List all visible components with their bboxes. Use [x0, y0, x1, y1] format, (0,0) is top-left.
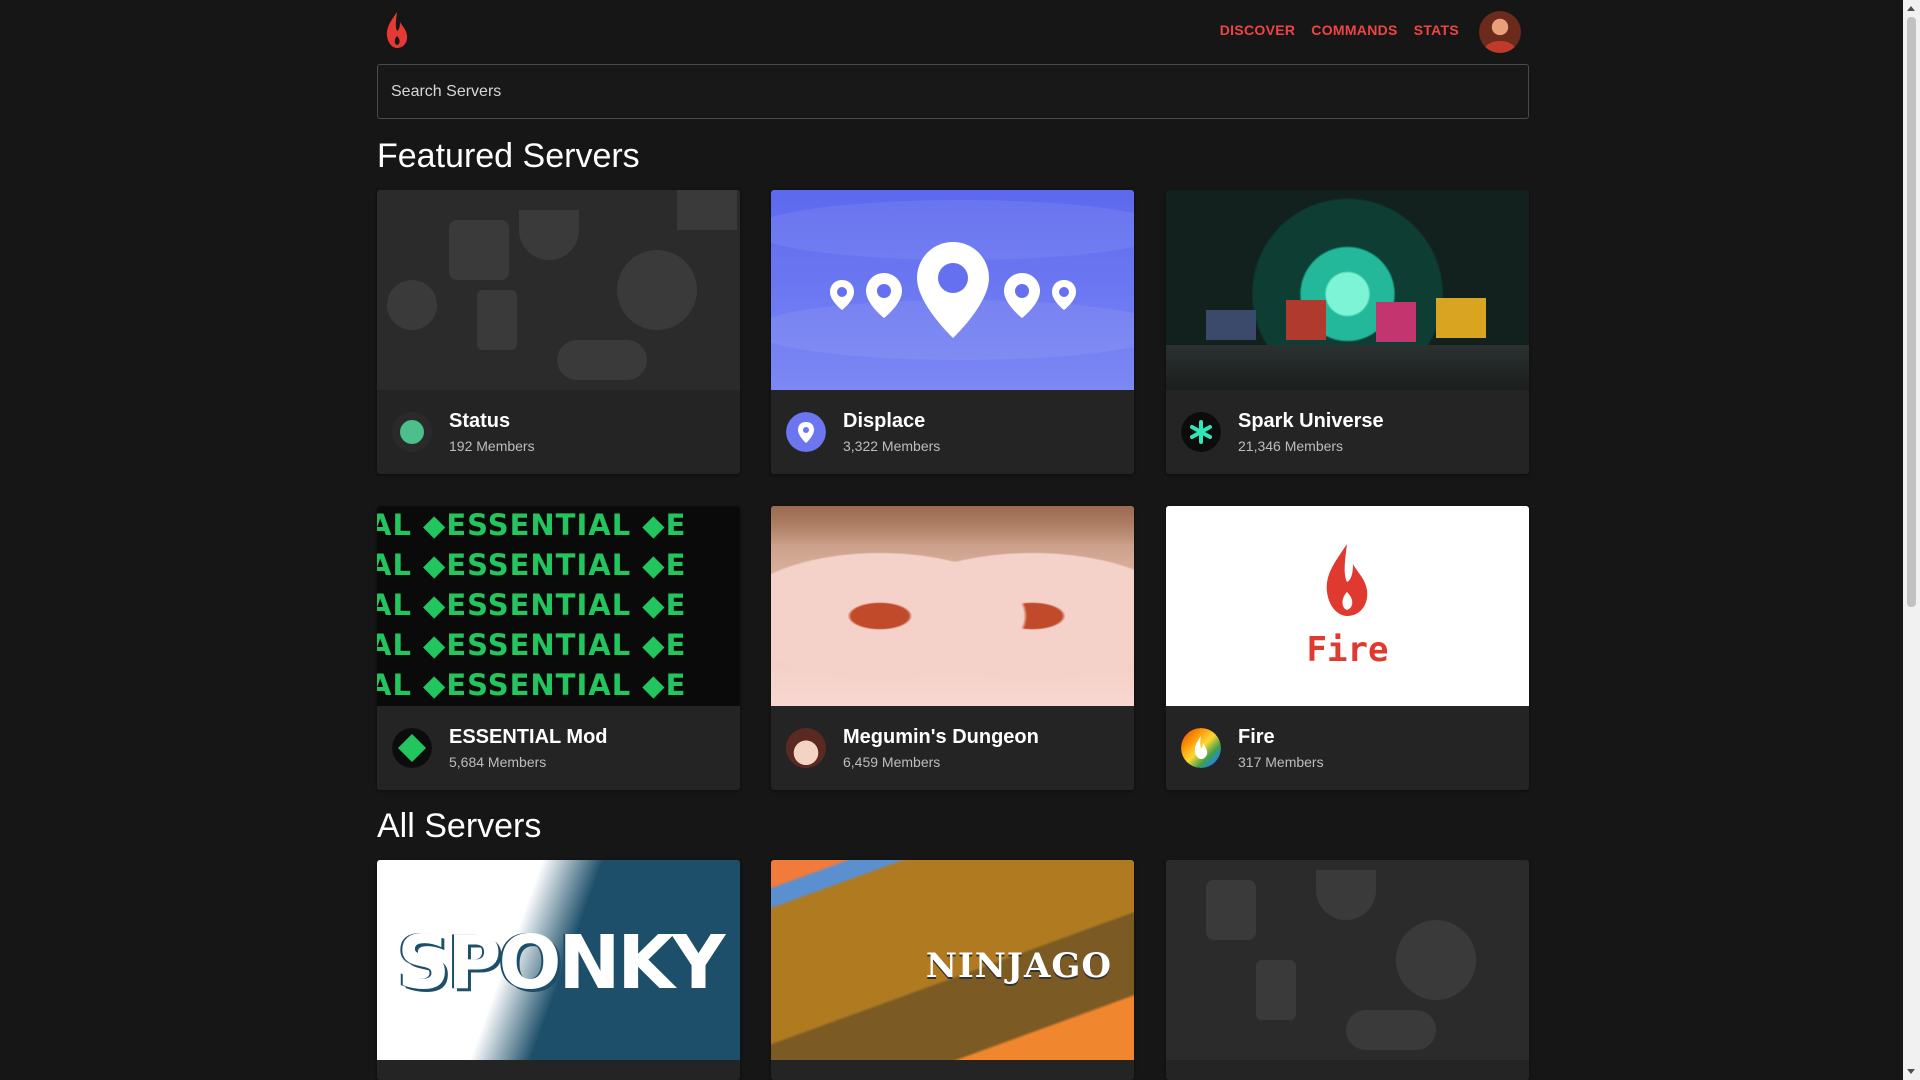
nav-links: DISCOVER COMMANDS STATS — [1220, 22, 1459, 38]
server-banner — [377, 190, 740, 390]
status-server-icon — [392, 412, 432, 452]
server-banner — [771, 506, 1134, 706]
server-info: Megumin's Dungeon 6,459 Members — [771, 706, 1134, 790]
user-avatar[interactable] — [1479, 11, 1521, 53]
server-banner: SPONKY — [377, 860, 740, 1060]
server-card-megumins-dungeon[interactable]: Megumin's Dungeon 6,459 Members — [771, 506, 1134, 790]
server-name: Displace — [843, 410, 926, 432]
nav-commands[interactable]: COMMANDS — [1311, 22, 1397, 38]
essential-banner-text: AL ◆ESSENTIAL ◆E — [377, 628, 687, 662]
fire-banner-text: Fire — [1306, 630, 1389, 670]
server-name: Fire — [1238, 726, 1275, 748]
essential-banner-text: AL ◆ESSENTIAL ◆E — [377, 588, 687, 622]
essential-diamond-icon — [392, 728, 432, 768]
server-info: Fire 317 Members — [1166, 706, 1529, 790]
displace-pin-icon — [786, 412, 826, 452]
server-name: ESSENTIAL Mod — [449, 726, 608, 748]
server-card-essential-mod[interactable]: AL ◆ESSENTIAL ◆E AL ◆ESSENTIAL ◆E AL ◆ES… — [377, 506, 740, 790]
search-input[interactable] — [377, 64, 1529, 119]
featured-heading: Featured Servers — [377, 137, 640, 175]
server-members: 6,459 Members — [843, 754, 941, 770]
essential-banner-text: AL ◆ESSENTIAL ◆E — [377, 508, 687, 542]
scroll-down-arrow-icon[interactable] — [1907, 1069, 1915, 1074]
server-card-status[interactable]: Status 192 Members — [377, 190, 740, 474]
server-banner — [1166, 190, 1529, 390]
server-members: 192 Members — [449, 438, 535, 454]
server-card-pattern[interactable] — [1166, 860, 1529, 1080]
map-pin-icon — [830, 242, 1076, 338]
nav-discover[interactable]: DISCOVER — [1220, 22, 1296, 38]
server-name: Status — [449, 410, 511, 432]
server-banner — [771, 190, 1134, 390]
server-card-ninjago[interactable]: NINJAGO — [771, 860, 1134, 1080]
server-info: Spark Universe 21,346 Members — [1166, 390, 1529, 474]
page-scrollbar[interactable] — [1903, 0, 1920, 1080]
spark-asterisk-icon — [1181, 412, 1221, 452]
ninjago-banner-text: NINJAGO — [925, 946, 1112, 986]
essential-banner-text: AL ◆ESSENTIAL ◆E — [377, 668, 687, 702]
megumin-avatar-icon — [786, 728, 826, 768]
server-card-sponky[interactable]: SPONKY — [377, 860, 740, 1080]
scroll-up-arrow-icon[interactable] — [1907, 6, 1915, 11]
flame-logo-icon[interactable] — [382, 10, 412, 50]
scrollbar-thumb[interactable] — [1907, 17, 1916, 607]
server-banner: Fire — [1166, 506, 1529, 706]
server-banner: AL ◆ESSENTIAL ◆E AL ◆ESSENTIAL ◆E AL ◆ES… — [377, 506, 740, 706]
server-info: Displace 3,322 Members — [771, 390, 1134, 474]
sponky-banner-text: SPONKY — [397, 920, 725, 1006]
server-banner: NINJAGO — [771, 860, 1134, 1060]
server-members: 5,684 Members — [449, 754, 547, 770]
top-navbar: DISCOVER COMMANDS STATS — [377, 0, 1529, 64]
rainbow-flame-icon — [1181, 728, 1221, 768]
server-members: 317 Members — [1238, 754, 1324, 770]
nav-stats[interactable]: STATS — [1414, 22, 1459, 38]
essential-banner-text: AL ◆ESSENTIAL ◆E — [377, 548, 687, 582]
server-name: Spark Universe — [1238, 410, 1384, 432]
server-name: Megumin's Dungeon — [843, 726, 1039, 748]
server-members: 21,346 Members — [1238, 438, 1344, 454]
server-banner — [1166, 860, 1529, 1060]
server-info: ESSENTIAL Mod 5,684 Members — [377, 706, 740, 790]
page: DISCOVER COMMANDS STATS Featured Servers… — [377, 0, 1529, 1080]
server-card-fire[interactable]: Fire Fire 317 Members — [1166, 506, 1529, 790]
flame-icon — [1326, 544, 1368, 616]
all-servers-heading: All Servers — [377, 807, 542, 845]
server-card-displace[interactable]: Displace 3,322 Members — [771, 190, 1134, 474]
server-card-spark-universe[interactable]: Spark Universe 21,346 Members — [1166, 190, 1529, 474]
server-members: 3,322 Members — [843, 438, 941, 454]
server-info: Status 192 Members — [377, 390, 740, 474]
